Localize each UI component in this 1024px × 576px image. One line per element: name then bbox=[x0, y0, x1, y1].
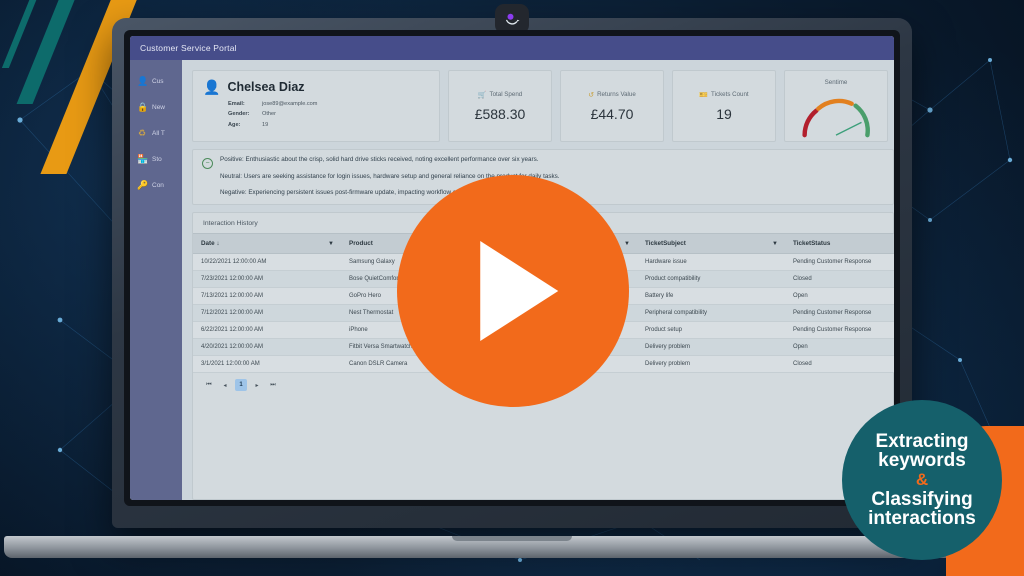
neutral-face-icon: − bbox=[202, 158, 213, 169]
app-title: Customer Service Portal bbox=[140, 43, 237, 53]
sidebar-item-label: Cus bbox=[152, 78, 164, 85]
badge-line-3: Classifying bbox=[871, 490, 972, 509]
sidebar: 👤 Cus 🔒 New ♻ All T 🏪 bbox=[130, 60, 182, 500]
play-triangle-icon bbox=[480, 241, 558, 341]
table-cell: Delivery problem bbox=[637, 356, 785, 373]
table-cell: 4/20/2021 12:00:00 AM bbox=[193, 339, 341, 356]
table-cell: Battery life bbox=[637, 288, 785, 305]
table-cell: Product compatibility bbox=[637, 271, 785, 288]
sort-arrow-icon: ↓ bbox=[216, 240, 219, 247]
filter-icon[interactable]: ▼ bbox=[772, 241, 778, 247]
table-cell: Pending Customer Response bbox=[785, 322, 894, 339]
badge-line-4: interactions bbox=[868, 509, 976, 528]
table-cell: 6/22/2021 12:00:00 AM bbox=[193, 322, 341, 339]
profile-field-age: Age: 19 bbox=[228, 120, 429, 130]
return-icon: ↺ bbox=[588, 91, 594, 99]
table-cell: 10/22/2021 12:00:00 AM bbox=[193, 254, 341, 271]
ticket-icon: 🎫 bbox=[699, 91, 708, 99]
sidebar-item-new[interactable]: 🔒 New bbox=[130, 94, 182, 120]
app-titlebar: Customer Service Portal bbox=[130, 36, 894, 60]
table-cell: 3/1/2021 12:00:00 AM bbox=[193, 356, 341, 373]
badge-ampersand: & bbox=[916, 471, 928, 488]
profile-field-email: Email: jose89@example.com bbox=[228, 99, 429, 109]
badge-line-1: Extracting bbox=[876, 432, 969, 451]
sentiment-gauge-card: Sentime bbox=[784, 70, 888, 142]
kpi-total-spend: 🛒 Total Spend £588.30 bbox=[448, 70, 552, 142]
table-cell: Delivery problem bbox=[637, 339, 785, 356]
kpi-label: Tickets Count bbox=[711, 91, 749, 98]
kpi-returns-value: ↺ Returns Value £44.70 bbox=[560, 70, 664, 142]
kpi-value: 19 bbox=[716, 106, 732, 122]
column-header-ticketstatus[interactable]: TicketStatus bbox=[785, 234, 894, 254]
kpi-label: Total Spend bbox=[490, 91, 523, 98]
sidebar-item-config[interactable]: 🔑 Con bbox=[130, 172, 182, 198]
customer-profile-card: 👤 Chelsea Diaz Email: jose89@example.com bbox=[192, 70, 440, 142]
tickets-icon: ♻ bbox=[137, 128, 147, 139]
summary-cards-row: 👤 Chelsea Diaz Email: jose89@example.com bbox=[192, 70, 894, 142]
kpi-label: Returns Value bbox=[597, 91, 636, 98]
table-cell: Closed bbox=[785, 271, 894, 288]
key-icon: 🔑 bbox=[137, 180, 147, 191]
table-cell: Hardware issue bbox=[637, 254, 785, 271]
sidebar-item-label: Con bbox=[152, 182, 164, 189]
store-icon: 🏪 bbox=[137, 154, 147, 165]
table-cell: Pending Customer Response bbox=[785, 254, 894, 271]
sentiment-gauge bbox=[790, 90, 882, 141]
badge-line-2: keywords bbox=[878, 451, 966, 470]
table-cell: 7/12/2021 12:00:00 AM bbox=[193, 305, 341, 322]
table-cell: Product setup bbox=[637, 322, 785, 339]
sidebar-item-customers[interactable]: 👤 Cus bbox=[130, 68, 182, 94]
table-cell: Open bbox=[785, 339, 894, 356]
user-icon: 👤 bbox=[137, 76, 147, 87]
table-cell: 7/23/2021 12:00:00 AM bbox=[193, 271, 341, 288]
lock-icon: 🔒 bbox=[137, 102, 147, 113]
gauge-label: Sentime bbox=[825, 79, 848, 86]
pager-first-button[interactable]: ⏮ bbox=[203, 379, 215, 391]
pager-next-button[interactable]: ▸ bbox=[251, 379, 263, 391]
person-icon: 👤 bbox=[203, 80, 220, 94]
sidebar-item-label: New bbox=[152, 104, 165, 111]
sidebar-item-label: Sto bbox=[152, 156, 162, 163]
pager-page-1[interactable]: 1 bbox=[235, 379, 247, 391]
cart-icon: 🛒 bbox=[478, 91, 487, 99]
kpi-tickets-count: 🎫 Tickets Count 19 bbox=[672, 70, 776, 142]
sidebar-item-store[interactable]: 🏪 Sto bbox=[130, 146, 182, 172]
profile-field-gender: Gender: Other bbox=[228, 109, 429, 119]
callout-badge: Extracting keywords & Classifying intera… bbox=[842, 400, 1002, 560]
customer-name: Chelsea Diaz bbox=[227, 80, 304, 94]
sidebar-item-all-tickets[interactable]: ♻ All T bbox=[130, 120, 182, 146]
sentiment-line-positive: Positive: Enthusiastic about the crisp, … bbox=[220, 157, 884, 164]
pager-last-button[interactable]: ⏭ bbox=[267, 379, 279, 391]
table-cell: Open bbox=[785, 288, 894, 305]
table-cell: Peripheral compatibility bbox=[637, 305, 785, 322]
filter-icon[interactable]: ▼ bbox=[328, 241, 334, 247]
kpi-value: £44.70 bbox=[591, 106, 634, 122]
sidebar-item-label: All T bbox=[152, 130, 165, 137]
pager-prev-button[interactable]: ◂ bbox=[219, 379, 231, 391]
column-header-ticketsubject[interactable]: TicketSubject ▼ bbox=[637, 234, 785, 254]
table-cell: Closed bbox=[785, 356, 894, 373]
video-play-button[interactable] bbox=[397, 175, 629, 407]
table-cell: Pending Customer Response bbox=[785, 305, 894, 322]
column-header-date[interactable]: Date ↓ ▼ bbox=[193, 234, 341, 254]
kpi-value: £588.30 bbox=[475, 106, 526, 122]
table-cell: 7/13/2021 12:00:00 AM bbox=[193, 288, 341, 305]
